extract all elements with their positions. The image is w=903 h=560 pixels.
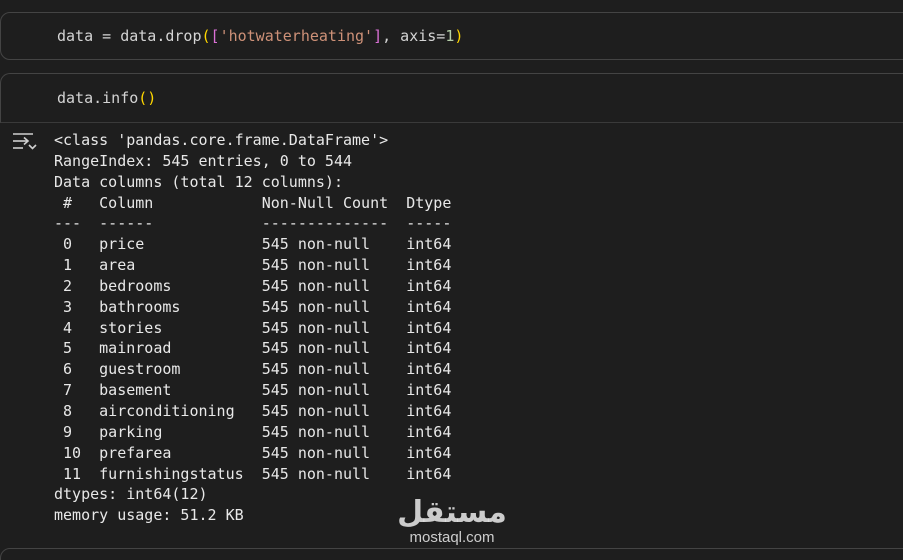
output-line: 7 basement 545 non-null int64: [54, 381, 452, 400]
output-line: 3 bathrooms 545 non-null int64: [54, 297, 452, 316]
output-line: <class 'pandas.core.frame.DataFrame'>: [54, 131, 389, 149]
output-line: memory usage: 51.2 KB: [54, 506, 244, 525]
next-code-cell[interactable]: [0, 548, 903, 560]
output-line: 0 price 545 non-null int64: [54, 235, 452, 254]
output-line: 10 prefarea 545 non-null int64: [54, 443, 452, 462]
output-line: RangeIndex: 545 entries, 0 to 544: [54, 151, 353, 170]
code-token: [: [210, 27, 220, 45]
code-token: (: [201, 27, 211, 45]
output-line: 5 mainroad 545 non-null int64: [54, 339, 452, 358]
code-token: ): [454, 27, 464, 45]
code-cell-info[interactable]: data.info(): [0, 73, 903, 123]
output-line: Data columns (total 12 columns):: [54, 172, 343, 191]
output-line: --- ------ -------------- -----: [54, 214, 452, 233]
watermark-mark: مستقل: [397, 495, 507, 530]
output-line: # Column Non-Null Count Dtype: [54, 193, 452, 212]
code-token: data = data.drop: [57, 27, 202, 45]
code-line[interactable]: data = data.drop(['hotwaterheating'], ax…: [57, 26, 463, 46]
code-token: 'hotwaterheating': [219, 27, 374, 45]
output-toggle-icon[interactable]: [12, 131, 38, 151]
output-line: 9 parking 545 non-null int64: [54, 422, 452, 441]
output-line: 8 airconditioning 545 non-null int64: [54, 401, 452, 420]
notebook-page: data = data.drop(['hotwaterheating'], ax…: [0, 0, 903, 560]
output-line: 2 bedrooms 545 non-null int64: [54, 276, 452, 295]
output-line: dtypes: int64(12): [54, 485, 208, 504]
watermark-site: mostaql.com: [409, 529, 495, 546]
code-token: data.info: [57, 89, 139, 107]
watermark-logo: مستقل mostaql.com: [396, 496, 508, 546]
output-line: 6 guestroom 545 non-null int64: [54, 360, 452, 379]
code-token: , axis=: [382, 27, 446, 45]
code-line[interactable]: data.info(): [57, 88, 156, 108]
code-token: ]: [373, 27, 383, 45]
output-line: 11 furnishingstatus 545 non-null int64: [54, 464, 452, 483]
code-cell-drop[interactable]: data = data.drop(['hotwaterheating'], ax…: [0, 12, 903, 60]
output-line: 1 area 545 non-null int64: [54, 256, 452, 275]
cell-output: <class 'pandas.core.frame.DataFrame'> Ran…: [54, 130, 451, 526]
output-line: 4 stories 545 non-null int64: [54, 318, 452, 337]
code-token: (): [138, 89, 157, 107]
